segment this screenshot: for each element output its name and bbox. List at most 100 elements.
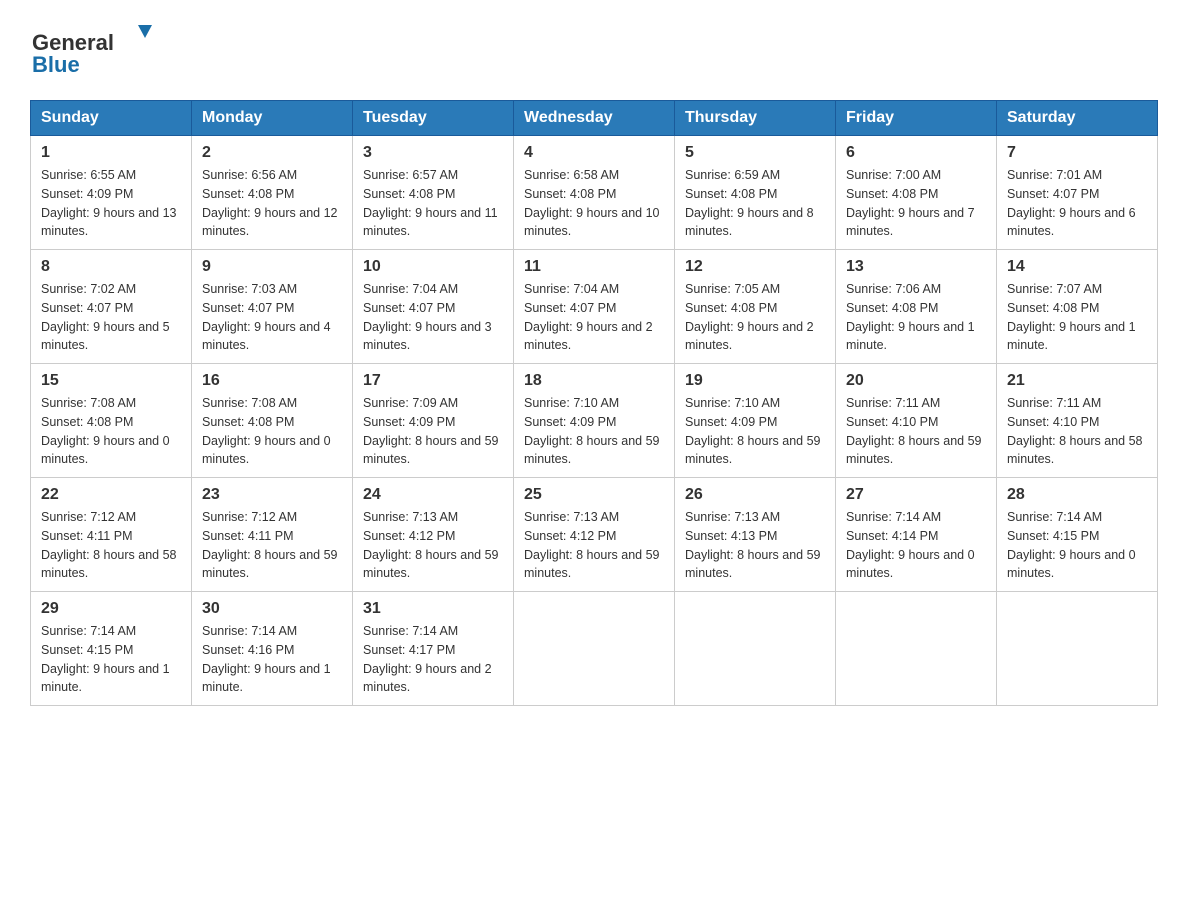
day-number: 26 — [685, 486, 825, 504]
day-info: Sunrise: 6:57 AMSunset: 4:08 PMDaylight:… — [363, 166, 503, 241]
day-number: 11 — [524, 258, 664, 276]
day-info: Sunrise: 7:01 AMSunset: 4:07 PMDaylight:… — [1007, 166, 1147, 241]
calendar-day-cell: 11 Sunrise: 7:04 AMSunset: 4:07 PMDaylig… — [514, 250, 675, 364]
calendar-day-cell: 8 Sunrise: 7:02 AMSunset: 4:07 PMDayligh… — [31, 250, 192, 364]
calendar-day-cell: 3 Sunrise: 6:57 AMSunset: 4:08 PMDayligh… — [353, 136, 514, 250]
day-info: Sunrise: 7:14 AMSunset: 4:15 PMDaylight:… — [41, 622, 181, 697]
day-info: Sunrise: 6:56 AMSunset: 4:08 PMDaylight:… — [202, 166, 342, 241]
calendar-day-cell: 12 Sunrise: 7:05 AMSunset: 4:08 PMDaylig… — [675, 250, 836, 364]
calendar-day-cell: 25 Sunrise: 7:13 AMSunset: 4:12 PMDaylig… — [514, 478, 675, 592]
day-number: 12 — [685, 258, 825, 276]
weekday-header-tuesday: Tuesday — [353, 101, 514, 136]
calendar-header-row: SundayMondayTuesdayWednesdayThursdayFrid… — [31, 101, 1158, 136]
calendar-day-cell: 6 Sunrise: 7:00 AMSunset: 4:08 PMDayligh… — [836, 136, 997, 250]
calendar-day-cell: 17 Sunrise: 7:09 AMSunset: 4:09 PMDaylig… — [353, 364, 514, 478]
calendar-day-cell: 20 Sunrise: 7:11 AMSunset: 4:10 PMDaylig… — [836, 364, 997, 478]
calendar-day-cell: 21 Sunrise: 7:11 AMSunset: 4:10 PMDaylig… — [997, 364, 1158, 478]
day-info: Sunrise: 6:55 AMSunset: 4:09 PMDaylight:… — [41, 166, 181, 241]
day-number: 3 — [363, 144, 503, 162]
weekday-header-saturday: Saturday — [997, 101, 1158, 136]
day-number: 31 — [363, 600, 503, 618]
calendar-day-cell — [836, 592, 997, 706]
day-info: Sunrise: 7:10 AMSunset: 4:09 PMDaylight:… — [524, 394, 664, 469]
day-info: Sunrise: 7:13 AMSunset: 4:13 PMDaylight:… — [685, 508, 825, 583]
day-number: 14 — [1007, 258, 1147, 276]
weekday-header-thursday: Thursday — [675, 101, 836, 136]
day-info: Sunrise: 7:06 AMSunset: 4:08 PMDaylight:… — [846, 280, 986, 355]
svg-text:Blue: Blue — [32, 52, 80, 77]
calendar-day-cell: 16 Sunrise: 7:08 AMSunset: 4:08 PMDaylig… — [192, 364, 353, 478]
calendar-day-cell: 18 Sunrise: 7:10 AMSunset: 4:09 PMDaylig… — [514, 364, 675, 478]
calendar-day-cell: 10 Sunrise: 7:04 AMSunset: 4:07 PMDaylig… — [353, 250, 514, 364]
day-number: 19 — [685, 372, 825, 390]
calendar-week-row: 22 Sunrise: 7:12 AMSunset: 4:11 PMDaylig… — [31, 478, 1158, 592]
day-info: Sunrise: 7:12 AMSunset: 4:11 PMDaylight:… — [202, 508, 342, 583]
day-info: Sunrise: 7:08 AMSunset: 4:08 PMDaylight:… — [202, 394, 342, 469]
logo-svg: General Blue — [30, 20, 160, 80]
calendar-day-cell: 14 Sunrise: 7:07 AMSunset: 4:08 PMDaylig… — [997, 250, 1158, 364]
day-info: Sunrise: 6:59 AMSunset: 4:08 PMDaylight:… — [685, 166, 825, 241]
calendar-day-cell: 13 Sunrise: 7:06 AMSunset: 4:08 PMDaylig… — [836, 250, 997, 364]
calendar-day-cell: 22 Sunrise: 7:12 AMSunset: 4:11 PMDaylig… — [31, 478, 192, 592]
day-number: 23 — [202, 486, 342, 504]
day-number: 29 — [41, 600, 181, 618]
calendar-day-cell: 28 Sunrise: 7:14 AMSunset: 4:15 PMDaylig… — [997, 478, 1158, 592]
day-info: Sunrise: 7:02 AMSunset: 4:07 PMDaylight:… — [41, 280, 181, 355]
day-info: Sunrise: 7:14 AMSunset: 4:14 PMDaylight:… — [846, 508, 986, 583]
day-info: Sunrise: 7:09 AMSunset: 4:09 PMDaylight:… — [363, 394, 503, 469]
day-info: Sunrise: 7:03 AMSunset: 4:07 PMDaylight:… — [202, 280, 342, 355]
day-info: Sunrise: 7:05 AMSunset: 4:08 PMDaylight:… — [685, 280, 825, 355]
day-info: Sunrise: 7:13 AMSunset: 4:12 PMDaylight:… — [363, 508, 503, 583]
day-number: 20 — [846, 372, 986, 390]
calendar-day-cell: 31 Sunrise: 7:14 AMSunset: 4:17 PMDaylig… — [353, 592, 514, 706]
day-number: 1 — [41, 144, 181, 162]
calendar-day-cell: 27 Sunrise: 7:14 AMSunset: 4:14 PMDaylig… — [836, 478, 997, 592]
day-info: Sunrise: 7:08 AMSunset: 4:08 PMDaylight:… — [41, 394, 181, 469]
day-number: 7 — [1007, 144, 1147, 162]
day-number: 4 — [524, 144, 664, 162]
day-number: 25 — [524, 486, 664, 504]
day-number: 2 — [202, 144, 342, 162]
day-number: 16 — [202, 372, 342, 390]
day-info: Sunrise: 7:00 AMSunset: 4:08 PMDaylight:… — [846, 166, 986, 241]
calendar-week-row: 1 Sunrise: 6:55 AMSunset: 4:09 PMDayligh… — [31, 136, 1158, 250]
calendar-day-cell: 1 Sunrise: 6:55 AMSunset: 4:09 PMDayligh… — [31, 136, 192, 250]
day-info: Sunrise: 7:11 AMSunset: 4:10 PMDaylight:… — [846, 394, 986, 469]
calendar-day-cell: 29 Sunrise: 7:14 AMSunset: 4:15 PMDaylig… — [31, 592, 192, 706]
logo: General Blue — [30, 20, 160, 80]
day-number: 24 — [363, 486, 503, 504]
calendar-day-cell: 19 Sunrise: 7:10 AMSunset: 4:09 PMDaylig… — [675, 364, 836, 478]
day-info: Sunrise: 7:14 AMSunset: 4:17 PMDaylight:… — [363, 622, 503, 697]
day-number: 30 — [202, 600, 342, 618]
day-number: 10 — [363, 258, 503, 276]
day-info: Sunrise: 7:10 AMSunset: 4:09 PMDaylight:… — [685, 394, 825, 469]
calendar-table: SundayMondayTuesdayWednesdayThursdayFrid… — [30, 100, 1158, 706]
day-info: Sunrise: 7:04 AMSunset: 4:07 PMDaylight:… — [524, 280, 664, 355]
day-number: 21 — [1007, 372, 1147, 390]
calendar-day-cell: 2 Sunrise: 6:56 AMSunset: 4:08 PMDayligh… — [192, 136, 353, 250]
day-number: 17 — [363, 372, 503, 390]
day-info: Sunrise: 7:11 AMSunset: 4:10 PMDaylight:… — [1007, 394, 1147, 469]
day-number: 5 — [685, 144, 825, 162]
calendar-day-cell: 24 Sunrise: 7:13 AMSunset: 4:12 PMDaylig… — [353, 478, 514, 592]
day-info: Sunrise: 7:07 AMSunset: 4:08 PMDaylight:… — [1007, 280, 1147, 355]
day-info: Sunrise: 7:14 AMSunset: 4:15 PMDaylight:… — [1007, 508, 1147, 583]
day-number: 8 — [41, 258, 181, 276]
calendar-week-row: 8 Sunrise: 7:02 AMSunset: 4:07 PMDayligh… — [31, 250, 1158, 364]
calendar-day-cell: 9 Sunrise: 7:03 AMSunset: 4:07 PMDayligh… — [192, 250, 353, 364]
weekday-header-friday: Friday — [836, 101, 997, 136]
day-number: 27 — [846, 486, 986, 504]
weekday-header-sunday: Sunday — [31, 101, 192, 136]
calendar-week-row: 15 Sunrise: 7:08 AMSunset: 4:08 PMDaylig… — [31, 364, 1158, 478]
weekday-header-wednesday: Wednesday — [514, 101, 675, 136]
calendar-week-row: 29 Sunrise: 7:14 AMSunset: 4:15 PMDaylig… — [31, 592, 1158, 706]
day-info: Sunrise: 7:13 AMSunset: 4:12 PMDaylight:… — [524, 508, 664, 583]
calendar-day-cell: 7 Sunrise: 7:01 AMSunset: 4:07 PMDayligh… — [997, 136, 1158, 250]
page-header: General Blue — [30, 20, 1158, 80]
calendar-day-cell — [514, 592, 675, 706]
day-info: Sunrise: 7:04 AMSunset: 4:07 PMDaylight:… — [363, 280, 503, 355]
calendar-day-cell: 4 Sunrise: 6:58 AMSunset: 4:08 PMDayligh… — [514, 136, 675, 250]
day-info: Sunrise: 7:14 AMSunset: 4:16 PMDaylight:… — [202, 622, 342, 697]
day-number: 15 — [41, 372, 181, 390]
calendar-day-cell: 15 Sunrise: 7:08 AMSunset: 4:08 PMDaylig… — [31, 364, 192, 478]
